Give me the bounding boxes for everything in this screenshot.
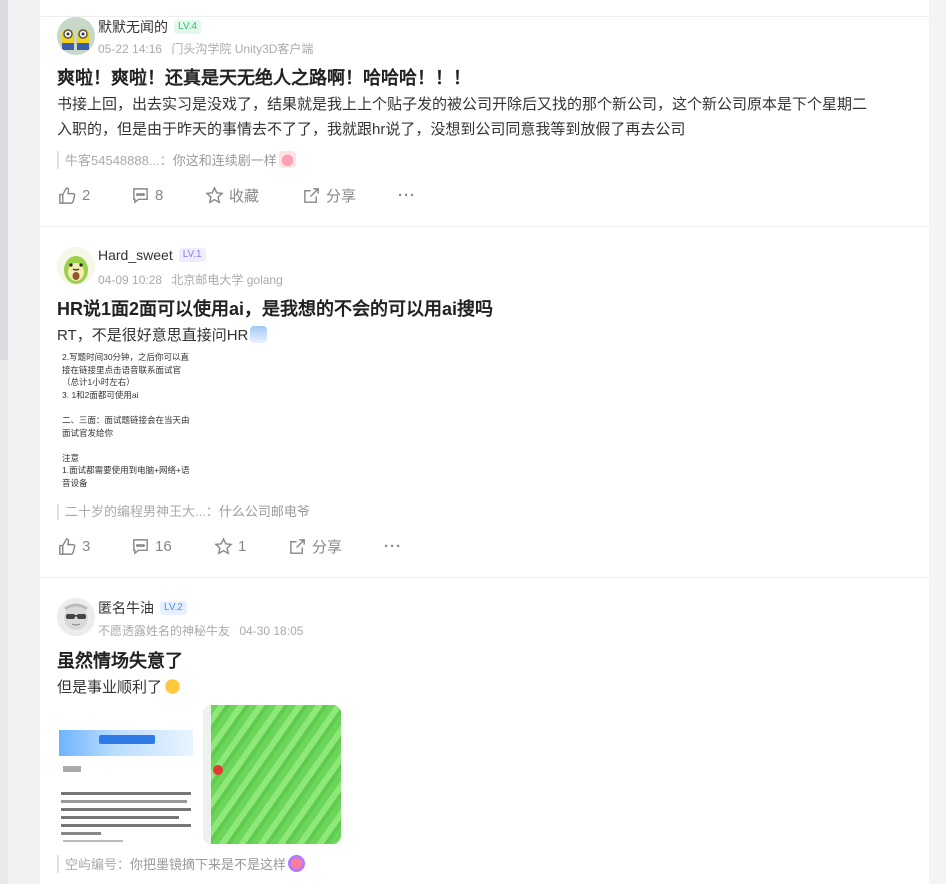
comment-count: 8 (155, 186, 164, 204)
share-icon (288, 537, 307, 556)
star-icon (205, 185, 224, 205)
collect-button[interactable]: 1 (214, 535, 246, 557)
comment-icon (131, 186, 150, 205)
comment-icon (131, 537, 150, 556)
collect-button[interactable]: 收藏 (205, 184, 259, 206)
post-date: 04-09 10:28 (98, 273, 163, 287)
user-school: 北京邮电大学 golang (171, 273, 283, 287)
document-line: 面试官发给你 (62, 427, 114, 438)
avatar[interactable] (57, 17, 95, 55)
user-school: 门头沟学院 Unity3D客户端 (171, 42, 314, 56)
document-line: 2.写题时间30分钟，之后你可以直 (62, 352, 190, 362)
post-image-green[interactable] (203, 705, 341, 844)
comment-text: 你把墨镜摘下来是不是这样 (130, 857, 287, 872)
share-label: 分享 (326, 187, 357, 205)
thumbs-up-icon (58, 186, 77, 205)
comment-text: 你这和连续剧一样 (172, 153, 277, 168)
emoji-icon (288, 855, 306, 872)
document-line: 注意 (62, 452, 80, 463)
feed-top-divider (40, 0, 929, 17)
avatar[interactable] (57, 598, 95, 636)
left-panel-edge (0, 0, 8, 884)
document-line: 接在链接里点击语音联系面试官 (62, 364, 182, 375)
like-button[interactable]: 3 (58, 535, 90, 557)
post-body[interactable]: 但是事业顺利了 (57, 675, 877, 700)
post-title[interactable]: 虽然情场失意了 (57, 647, 183, 673)
document-line: 2.1面只有工作时间的10-16点 (62, 490, 212, 492)
comment-author: 空屿编号： (65, 857, 131, 872)
hot-comment[interactable]: 牛客54548888...：你这和连续剧一样 (57, 151, 296, 169)
star-icon (214, 536, 233, 556)
right-panel-edge (929, 0, 946, 884)
post-date: 05-22 14:16 (98, 42, 163, 56)
share-icon (302, 186, 321, 205)
anonymous-note: 不愿透露姓名的神秘牛友 (98, 624, 231, 638)
comment-author: 二十岁的编程男神王大...： (65, 504, 219, 519)
collect-label: 收藏 (229, 187, 260, 205)
emoji-icon (278, 151, 296, 168)
comment-count: 16 (155, 537, 172, 555)
share-button[interactable]: 分享 (288, 535, 342, 557)
document-line: （总计1小时左右） (62, 377, 135, 388)
alert-icon (213, 765, 223, 775)
post-body[interactable]: 书接上回，出去实习是没戏了，结果就是我上上个贴子发的被公司开除后又找的那个新公司… (57, 92, 877, 142)
post-body-text: RT，不是很好意思直接问HR (57, 327, 249, 344)
post-title[interactable]: HR说1面2面可以使用ai，是我想的不会的可以用ai搜吗 (57, 295, 493, 321)
level-badge: LV.1 (178, 248, 206, 262)
like-button[interactable]: 2 (58, 184, 90, 206)
collect-count: 1 (238, 537, 247, 555)
document-line: 3. 1和2面都可使用ai (62, 389, 139, 400)
sunglasses-emoji-icon (164, 678, 182, 695)
like-count: 3 (82, 537, 91, 555)
post-card[interactable]: 匿名牛油 LV.2 不愿透露姓名的神秘牛友 04-30 18:05 虽然情场失意… (40, 578, 929, 884)
avatar[interactable] (57, 247, 95, 285)
post-body[interactable]: RT，不是很好意思直接问HR (57, 323, 877, 348)
document-line: 二、三面：面试题链接会在当天由 (62, 414, 190, 425)
username[interactable]: 默默无闻的 (98, 17, 168, 37)
document-line: 音设备 (62, 477, 88, 488)
more-icon[interactable]: ··· (398, 184, 416, 206)
post-actions: 2 8 收藏 分享 ··· (58, 184, 458, 206)
post-card[interactable]: 默默无闻的 LV.4 05-22 14:16 门头沟学院 Unity3D客户端 … (40, 0, 929, 227)
share-label: 分享 (312, 538, 343, 556)
post-actions: 3 16 1 分享 ··· (58, 535, 458, 557)
post-image-document[interactable]: 2.写题时间30分钟，之后你可以直 接在链接里点击语音联系面试官 （总计1小时左右）… (62, 351, 212, 491)
post-date: 04-30 18:05 (239, 624, 304, 638)
hot-comment[interactable]: 空屿编号：你把墨镜摘下来是不是这样 (57, 855, 306, 873)
emoji-icon (250, 326, 268, 343)
document-line: 1.面试都需要使用到电脑+网络+语 (62, 465, 190, 476)
share-button[interactable]: 分享 (302, 184, 356, 206)
post-card[interactable]: Hard_sweet LV.1 04-09 10:28 北京邮电大学 golan… (40, 227, 929, 578)
post-feed: 默默无闻的 LV.4 05-22 14:16 门头沟学院 Unity3D客户端 … (40, 0, 929, 884)
post-title[interactable]: 爽啦！爽啦！还真是天无绝人之路啊！哈哈哈！！！ (57, 64, 471, 90)
thumbs-up-icon (58, 537, 77, 556)
hot-comment[interactable]: 二十岁的编程男神王大...：什么公司邮电爷 (57, 504, 310, 520)
post-image-offer-letter[interactable] (57, 708, 197, 844)
username[interactable]: Hard_sweet (98, 247, 173, 263)
level-badge: LV.4 (174, 20, 201, 34)
comment-button[interactable]: 8 (131, 184, 163, 206)
more-icon[interactable]: ··· (384, 535, 402, 557)
username[interactable]: 匿名牛油 (98, 598, 154, 618)
post-body-text: 但是事业顺利了 (57, 679, 163, 696)
level-badge: LV.2 (160, 601, 187, 615)
comment-button[interactable]: 16 (131, 535, 172, 557)
comment-text: 什么公司邮电爷 (218, 504, 310, 519)
comment-author: 牛客54548888...： (65, 153, 173, 168)
like-count: 2 (82, 186, 91, 204)
